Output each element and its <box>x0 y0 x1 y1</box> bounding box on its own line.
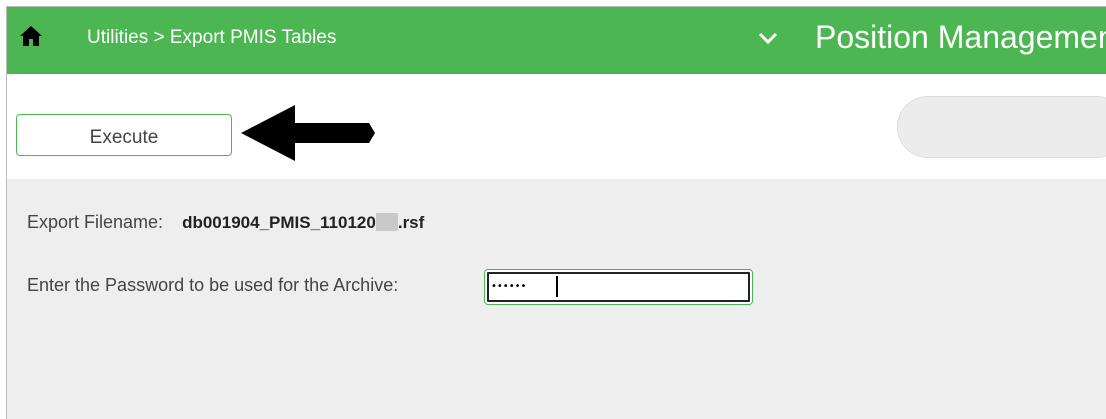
text-caret <box>556 276 558 297</box>
redacted-block <box>375 213 398 231</box>
arrow-left-icon <box>241 105 375 161</box>
password-field[interactable] <box>484 269 753 305</box>
app-header: Utilities > Export PMIS Tables Position … <box>7 7 1106 74</box>
app-title[interactable]: Position Management <box>815 19 1106 56</box>
page-frame: Utilities > Export PMIS Tables Position … <box>6 6 1106 419</box>
filename-base: db001904_PMIS_110120 <box>182 213 376 232</box>
chevron-down-icon[interactable] <box>757 29 779 47</box>
password-row: Enter the Password to be used for the Ar… <box>27 275 398 296</box>
user-menu-pill[interactable] <box>897 96 1106 158</box>
home-icon[interactable] <box>19 24 43 48</box>
breadcrumb-text[interactable]: Utilities > Export PMIS Tables <box>87 27 336 48</box>
password-label: Enter the Password to be used for the Ar… <box>27 275 399 295</box>
breadcrumb: Utilities > Export PMIS Tables <box>87 27 336 49</box>
execute-button[interactable]: Execute <box>16 114 232 156</box>
filename-row: Export Filename: db001904_PMIS_110120 .rs… <box>27 212 424 233</box>
toolbar: Execute <box>7 74 1106 179</box>
filename-label: Export Filename: <box>27 212 164 232</box>
filename-extension: .rsf <box>397 213 425 232</box>
filename-value: db001904_PMIS_110120 .rsf <box>182 213 424 232</box>
export-form: Export Filename: db001904_PMIS_110120 .rs… <box>7 179 1106 419</box>
